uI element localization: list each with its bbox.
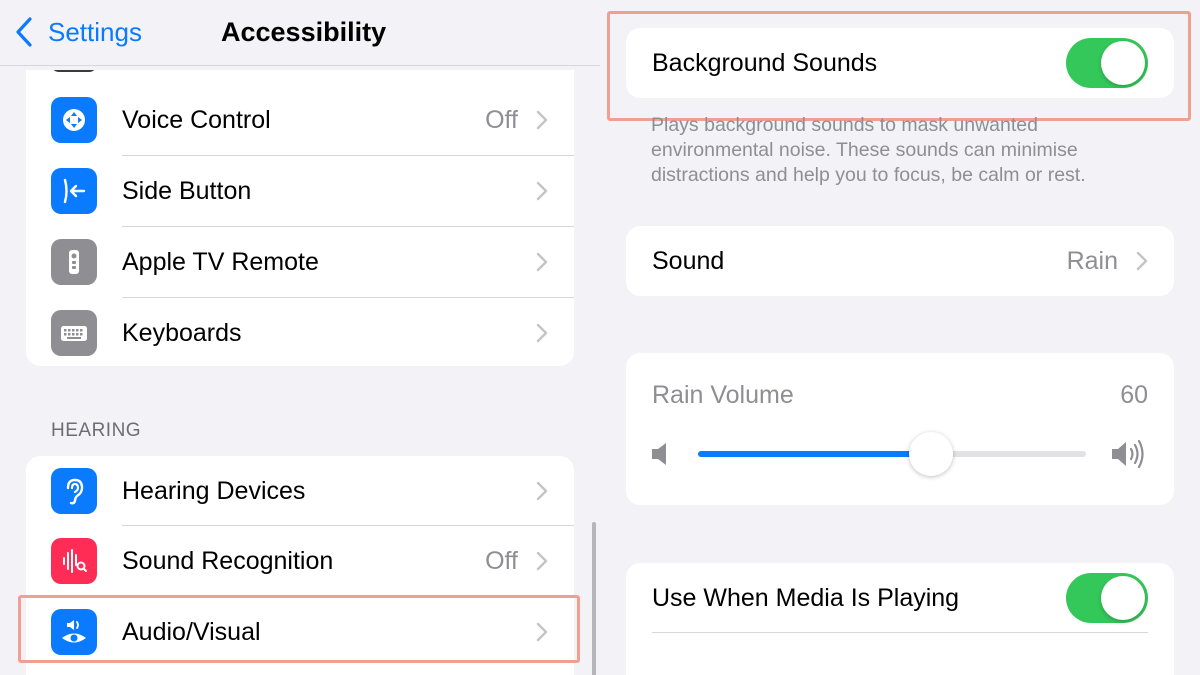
keyboards-row[interactable]: Keyboards xyxy=(26,298,574,366)
hearing-devices-row[interactable]: Hearing Devices xyxy=(26,456,574,526)
sound-recognition-row[interactable]: Sound Recognition Off xyxy=(26,526,574,596)
voice-control-value: Off xyxy=(485,106,518,134)
sound-recognition-label: Sound Recognition xyxy=(122,547,334,575)
tv-remote-icon xyxy=(51,239,97,285)
interaction-settings-group: Voice Control Off Side Button Apple TV R… xyxy=(26,70,574,366)
use-when-media-playing-toggle[interactable] xyxy=(1066,573,1148,623)
chevron-right-icon xyxy=(536,551,548,571)
chevron-right-icon xyxy=(536,323,548,343)
sound-row[interactable]: Sound Rain xyxy=(626,226,1174,296)
page-title: Accessibility xyxy=(221,17,387,47)
accessibility-panel: Settings Accessibility Voice Control Off xyxy=(0,0,600,675)
chevron-right-icon xyxy=(536,110,548,130)
voice-control-row[interactable]: Voice Control Off xyxy=(26,85,574,155)
rain-volume-value: 60 xyxy=(1120,381,1148,409)
background-sounds-card: Background Sounds xyxy=(626,28,1174,98)
sound-recognition-value: Off xyxy=(485,547,518,575)
side-button-label: Side Button xyxy=(122,177,252,205)
background-sounds-label: Background Sounds xyxy=(652,49,878,77)
audio-visual-row[interactable]: Audio/Visual xyxy=(26,597,574,667)
audio-visual-label: Audio/Visual xyxy=(122,618,261,646)
audio-visual-icon xyxy=(51,609,97,655)
sound-label: Sound xyxy=(652,247,725,275)
chevron-left-icon xyxy=(16,17,32,47)
sound-recognition-icon xyxy=(51,538,97,584)
side-button-icon xyxy=(51,168,97,214)
chevron-right-icon xyxy=(536,252,548,272)
keyboard-icon xyxy=(51,310,97,356)
hearing-devices-label: Hearing Devices xyxy=(122,477,306,505)
ear-icon xyxy=(51,468,97,514)
use-when-media-playing-label: Use When Media Is Playing xyxy=(652,584,960,612)
chevron-right-icon xyxy=(536,181,548,201)
sound-value: Rain xyxy=(1066,247,1118,275)
chevron-right-icon xyxy=(536,622,548,642)
rain-volume-card: Rain Volume 60 xyxy=(626,353,1174,505)
rain-volume-slider[interactable] xyxy=(698,432,1086,476)
apple-tv-remote-row[interactable]: Apple TV Remote xyxy=(26,227,574,297)
back-button[interactable]: Settings xyxy=(14,14,142,50)
rain-volume-label: Rain Volume xyxy=(652,381,794,409)
voice-control-icon xyxy=(51,97,97,143)
background-sounds-panel: Background Sounds Plays background sound… xyxy=(600,0,1200,675)
slider-fill xyxy=(698,451,931,457)
speaker-low-icon xyxy=(652,443,666,465)
chevron-right-icon xyxy=(536,481,548,501)
media-settings-card: Use When Media Is Playing xyxy=(626,563,1174,675)
hearing-settings-group: Hearing Devices Sound Recognition Off Au… xyxy=(26,456,574,675)
back-button-label: Settings xyxy=(48,16,142,47)
chevron-right-icon xyxy=(1136,251,1148,271)
keyboards-label: Keyboards xyxy=(122,319,242,347)
apple-tv-remote-label: Apple TV Remote xyxy=(122,248,319,276)
partial-row-icon xyxy=(51,70,97,72)
speaker-high-icon xyxy=(1112,439,1144,469)
navigation-bar: Settings Accessibility xyxy=(0,0,600,66)
section-header-hearing: HEARING xyxy=(51,420,142,441)
scrollbar[interactable] xyxy=(592,522,596,675)
toggle-knob xyxy=(1101,41,1145,85)
slider-knob[interactable] xyxy=(908,432,953,476)
voice-control-label: Voice Control xyxy=(122,106,271,134)
background-sounds-description: Plays background sounds to mask unwanted… xyxy=(651,114,1086,186)
row-separator xyxy=(652,632,1148,633)
background-sounds-toggle[interactable] xyxy=(1066,38,1148,88)
toggle-knob xyxy=(1101,576,1145,620)
side-button-row[interactable]: Side Button xyxy=(26,156,574,226)
